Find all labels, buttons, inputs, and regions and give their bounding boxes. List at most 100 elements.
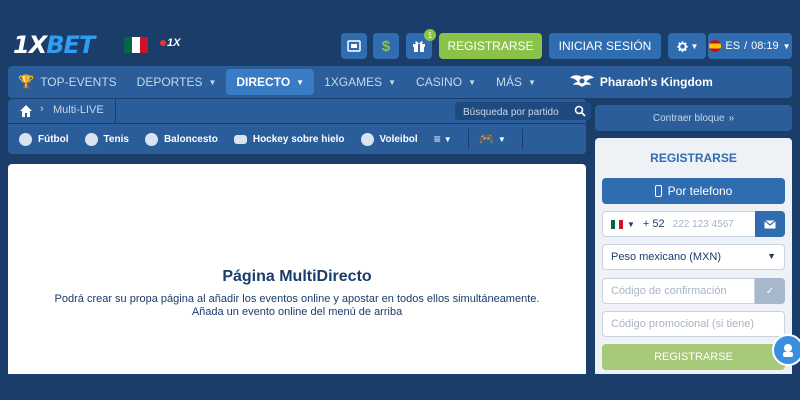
chevron-right-icon: ›	[40, 103, 44, 115]
sim-card-button[interactable]	[341, 33, 367, 59]
logo[interactable]: 1XBET	[13, 31, 95, 59]
instruction-text: Añada un evento online del menú de arrib…	[191, 306, 403, 318]
collapse-block-button[interactable]: Contraer bloque »	[595, 105, 792, 131]
header: 1XBET 1X $ 1 REGISTRARSE INICIAR SESIÓN …	[0, 25, 800, 65]
nav-label: Pharaoh's Kingdom	[599, 75, 713, 89]
currency-value: Peso mexicano (MXN)	[611, 251, 722, 263]
gamepad-icon: 🎮	[478, 131, 495, 146]
confirmation-code-field	[602, 278, 755, 304]
chevron-down-icon: ▼	[443, 134, 452, 144]
confirm-code-button[interactable]: ✓	[755, 278, 785, 304]
language-label: ES	[725, 40, 741, 52]
divider	[521, 129, 523, 149]
sports-filter-bar: Fútbol Tenis Baloncesto Hockey sobre hie…	[8, 124, 586, 154]
confirmation-code-input[interactable]	[603, 279, 754, 303]
nav-1xgames[interactable]: 1XGAMES ▼	[314, 69, 406, 95]
nav-top-events[interactable]: 🏆 TOP-EVENTS	[8, 69, 127, 95]
sport-label: Voleibol	[379, 133, 418, 145]
chevron-down-icon: ▼	[388, 77, 397, 87]
sport-label: Tenis	[103, 133, 129, 145]
nav-label: DIRECTO	[236, 75, 291, 89]
time-label: 08:19	[751, 40, 779, 52]
divider	[115, 99, 116, 123]
chevron-down-icon: ▼	[782, 41, 791, 51]
registration-submit-button[interactable]: REGISTRARSE	[602, 344, 785, 370]
nav-label: CASINO	[416, 75, 463, 89]
multilive-content: Página MultiDirecto Podrá crear su propa…	[8, 164, 586, 374]
sport-label: Baloncesto	[163, 133, 218, 145]
sport-football[interactable]: Fútbol	[19, 132, 69, 146]
sport-label: Hockey sobre hielo	[252, 133, 345, 145]
country-code: + 52	[642, 218, 665, 230]
nav-label: MÁS	[495, 75, 522, 89]
nav-label: TOP-EVENTS	[40, 75, 117, 89]
more-sports-dropdown[interactable]: ≡ ▼	[434, 132, 452, 146]
envelope-icon	[764, 219, 776, 228]
gift-button[interactable]: 1	[406, 29, 436, 59]
winged-emblem-icon	[569, 75, 594, 87]
chevron-down-icon[interactable]: ▼	[627, 220, 635, 229]
currency-select[interactable]: Peso mexicano (MXN) ▼	[602, 244, 785, 270]
spain-flag-icon	[709, 40, 722, 52]
sport-volleyball[interactable]: Voleibol	[360, 132, 418, 146]
mexico-flag-icon[interactable]	[611, 219, 623, 229]
registration-title: REGISTRARSE	[650, 151, 737, 165]
volleyball-icon	[360, 132, 374, 146]
search-icon[interactable]	[574, 105, 586, 117]
dollar-icon: $	[381, 37, 391, 55]
mexico-flag-icon	[124, 37, 148, 53]
description-text: Podrá crear su propa página al añadir lo…	[54, 293, 540, 305]
basketball-icon	[144, 132, 158, 146]
breadcrumb: › Multi-LIVE	[8, 99, 591, 123]
checkmark-icon: ✓	[765, 285, 775, 297]
trophy-icon: 🏆	[18, 74, 35, 89]
sim-card-icon	[347, 40, 361, 52]
chevron-down-icon: ▼	[497, 134, 506, 144]
support-chat-button[interactable]	[772, 334, 800, 366]
settings-button[interactable]: ▼	[668, 33, 706, 59]
football-icon	[19, 132, 32, 146]
logo-accent-text: BET	[46, 31, 95, 59]
collapse-label: Contraer bloque	[652, 112, 725, 124]
chevron-down-icon: ▼	[528, 77, 536, 87]
register-button[interactable]: REGISTRARSE	[439, 33, 542, 59]
divider	[467, 129, 469, 149]
register-by-phone-tab[interactable]: Por telefono	[602, 178, 785, 204]
sport-ice-hockey[interactable]: Hockey sobre hielo	[233, 133, 345, 145]
deposit-button[interactable]: $	[373, 33, 399, 59]
gift-badge: 1	[424, 29, 436, 41]
search-input[interactable]	[455, 103, 569, 122]
main-nav: 🏆 TOP-EVENTS DEPORTES ▼ DIRECTO ▼ 1XGAME…	[8, 66, 792, 98]
nav-label: 1XGAMES	[324, 75, 383, 89]
sport-basketball[interactable]: Baloncesto	[144, 132, 218, 146]
hockey-puck-icon	[233, 134, 247, 144]
tab-label: Por telefono	[667, 184, 733, 198]
page-title: Página MultiDirecto	[222, 268, 372, 285]
nav-mas[interactable]: MÁS ▼	[486, 69, 546, 95]
chat-support-icon	[783, 344, 793, 357]
send-code-button[interactable]	[755, 211, 785, 237]
nav-directo[interactable]: DIRECTO ▼	[226, 69, 315, 95]
nav-promo-pharaohs-kingdom[interactable]: Pharaoh's Kingdom	[560, 69, 723, 95]
chevron-down-icon: ▼	[767, 251, 776, 261]
chevron-down-icon: ▼	[468, 77, 476, 87]
breadcrumb-current[interactable]: Multi-LIVE	[53, 104, 104, 116]
partner-logo: 1X	[160, 37, 180, 49]
nav-label: DEPORTES	[136, 75, 203, 89]
login-button[interactable]: INICIAR SESIÓN	[549, 33, 661, 59]
nav-deportes[interactable]: DEPORTES ▼	[127, 69, 227, 95]
gift-icon	[413, 41, 425, 52]
sport-label: Fútbol	[38, 133, 69, 145]
sport-tennis[interactable]: Tenis	[84, 132, 129, 146]
games-dropdown[interactable]: 🎮 ▼	[479, 131, 506, 147]
list-icon: ≡	[433, 132, 441, 146]
promo-code-input[interactable]	[603, 312, 784, 336]
language-time-button[interactable]: ES / 08:19 ▼	[708, 33, 792, 59]
logo-text: 1X	[13, 31, 47, 59]
registration-panel: REGISTRARSE Por telefono ▼ + 52 Peso mex…	[595, 138, 792, 374]
nav-casino[interactable]: CASINO ▼	[406, 69, 486, 95]
promo-code-field	[602, 311, 785, 337]
chevron-down-icon: ▼	[208, 77, 217, 87]
tennis-ball-icon	[84, 132, 98, 146]
home-icon[interactable]	[19, 104, 33, 118]
